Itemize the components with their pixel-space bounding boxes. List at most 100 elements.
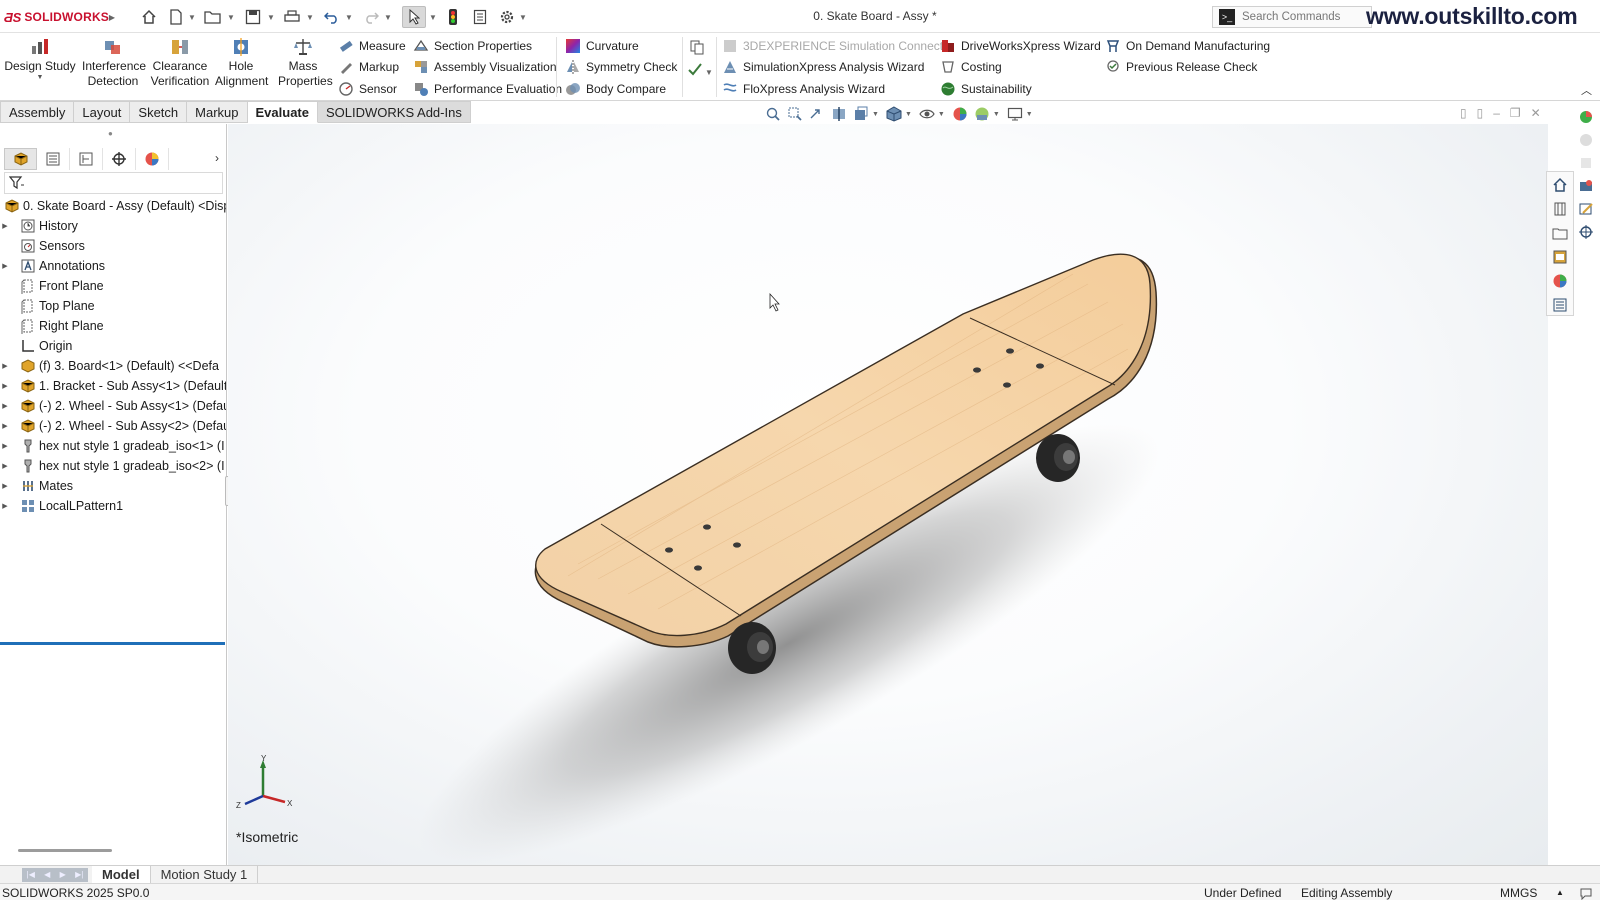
tile-right-icon[interactable]: ▯ bbox=[1477, 106, 1484, 120]
save-icon[interactable] bbox=[243, 6, 263, 28]
view-settings-monitor-icon[interactable] bbox=[1006, 105, 1024, 123]
expand-arrow-icon[interactable]: ▶ bbox=[0, 362, 10, 370]
costing-button[interactable]: Costing bbox=[940, 57, 1101, 79]
tree-node-front-plane[interactable]: Front Plane bbox=[0, 276, 226, 296]
view-orientation-cube-icon[interactable] bbox=[885, 105, 903, 123]
appearances-scenes-icon[interactable] bbox=[1551, 272, 1569, 290]
tree-node-2-wheel-sub-assy-2-defau[interactable]: ▶ (-) 2. Wheel - Sub Assy<2> (Defau bbox=[0, 416, 226, 436]
options-gear-icon[interactable] bbox=[498, 6, 516, 28]
check-tools-icon[interactable] bbox=[686, 58, 704, 80]
render-edge-icon[interactable] bbox=[1578, 178, 1594, 194]
section-properties-button[interactable]: Section Properties bbox=[413, 35, 562, 57]
clearance-verification-button[interactable]: Clearance Verification bbox=[147, 36, 213, 98]
driveworksxpress-wizard-button[interactable]: DriveWorksXpress Wizard bbox=[940, 35, 1101, 57]
tree-node-history[interactable]: ▶ History bbox=[0, 216, 226, 236]
home-icon[interactable] bbox=[139, 6, 159, 28]
symmetry-check-button[interactable]: Symmetry Check bbox=[565, 57, 677, 79]
more-tabs-chevron-icon[interactable]: › bbox=[215, 151, 219, 165]
tree-node-mates[interactable]: ▶ Mates bbox=[0, 476, 226, 496]
display-style-dropdown-icon[interactable]: ▼ bbox=[905, 111, 912, 118]
tab-markup[interactable]: Markup bbox=[187, 101, 248, 123]
file-explorer-icon[interactable] bbox=[1551, 224, 1569, 242]
view-orientation-dropdown-icon[interactable]: ▼ bbox=[872, 111, 879, 118]
print-icon[interactable] bbox=[282, 6, 302, 28]
open-folder-icon[interactable] bbox=[203, 6, 223, 28]
close-icon[interactable]: ✕ bbox=[1531, 106, 1541, 120]
tree-node-locallpattern1[interactable]: ▶ LocalLPattern1 bbox=[0, 496, 226, 516]
body-compare-button[interactable]: Body Compare bbox=[565, 78, 677, 100]
tree-node-top-plane[interactable]: Top Plane bbox=[0, 296, 226, 316]
design-study-dropdown-icon[interactable]: ▼ bbox=[37, 74, 44, 82]
interference-detection-button[interactable]: Interference Detection bbox=[80, 36, 146, 98]
compare-documents-icon[interactable] bbox=[688, 36, 706, 58]
expand-arrow-icon[interactable]: ▶ bbox=[0, 502, 10, 510]
markup-button[interactable]: Markup bbox=[338, 57, 406, 79]
search-commands-field[interactable]: >_ Search Commands bbox=[1212, 6, 1372, 28]
tab-layout[interactable]: Layout bbox=[74, 101, 131, 123]
hide-show-dropdown-icon[interactable]: ▼ bbox=[938, 111, 945, 118]
tree-node-sensors[interactable]: Sensors bbox=[0, 236, 226, 256]
tree-root-assembly[interactable]: 0. Skate Board - Assy (Default) <Disp bbox=[0, 196, 226, 216]
tab-solidworks-add-ins[interactable]: SOLIDWORKS Add-Ins bbox=[318, 101, 471, 123]
tree-node-origin[interactable]: Origin bbox=[0, 336, 226, 356]
tile-left-icon[interactable]: ▯ bbox=[1460, 106, 1467, 120]
tab-motion-study-1[interactable]: Motion Study 1 bbox=[151, 865, 259, 884]
tab-sketch[interactable]: Sketch bbox=[130, 101, 188, 123]
undo-icon[interactable] bbox=[322, 6, 342, 28]
previous-view-icon[interactable] bbox=[808, 105, 826, 123]
solidworks-resources-home-icon[interactable] bbox=[1551, 176, 1569, 194]
unit-system-dropdown-icon[interactable]: ▲ bbox=[1556, 888, 1564, 897]
traffic-light-rebuild-icon[interactable] bbox=[444, 6, 462, 28]
menu-expand-icon[interactable]: ▶ bbox=[107, 6, 117, 28]
expand-arrow-icon[interactable]: ▶ bbox=[0, 422, 10, 430]
3dexperience-simulation-connector-button[interactable]: 3DEXPERIENCE Simulation Connector bbox=[722, 35, 954, 57]
panel-grip-handle[interactable]: ● bbox=[108, 129, 113, 138]
tooltip-status-icon[interactable] bbox=[1579, 886, 1593, 900]
zoom-to-area-icon[interactable] bbox=[786, 105, 804, 123]
property-manager-tab[interactable] bbox=[37, 148, 70, 170]
graphics-viewport[interactable]: Y X Z *Isometric bbox=[228, 124, 1548, 865]
curvature-button[interactable]: Curvature bbox=[565, 35, 677, 57]
design-library-icon[interactable] bbox=[1551, 200, 1569, 218]
display-manager-tab[interactable] bbox=[136, 148, 169, 170]
sustainability-button[interactable]: Sustainability bbox=[940, 78, 1101, 100]
rollback-bar[interactable] bbox=[0, 642, 225, 645]
horizontal-scrollbar[interactable] bbox=[18, 849, 112, 852]
hole-alignment-button[interactable]: Hole Alignment bbox=[212, 36, 270, 98]
expand-arrow-icon[interactable]: ▶ bbox=[0, 222, 10, 230]
on-demand-manufacturing-button[interactable]: On Demand Manufacturing bbox=[1105, 35, 1270, 57]
scene-dropdown-icon[interactable]: ▼ bbox=[993, 111, 1000, 118]
unit-system-selector[interactable]: MMGS bbox=[1500, 886, 1537, 900]
view-palette-icon[interactable] bbox=[1551, 248, 1569, 266]
mass-properties-button[interactable]: Mass Properties bbox=[272, 36, 334, 98]
prev-tab-icon[interactable]: ◀ bbox=[44, 870, 50, 879]
options-dropdown-icon[interactable]: ▼ bbox=[519, 6, 527, 28]
tree-node-1-bracket-sub-assy-1-default[interactable]: ▶ 1. Bracket - Sub Assy<1> (Default bbox=[0, 376, 226, 396]
tab-scroll-arrows[interactable]: |◀ ◀ ▶ ▶| bbox=[22, 867, 88, 882]
edit-appearance-icon[interactable] bbox=[951, 105, 969, 123]
new-document-icon[interactable] bbox=[166, 6, 186, 28]
next-tab-icon[interactable]: ▶ bbox=[60, 870, 66, 879]
sensor-button[interactable]: Sensor bbox=[338, 78, 406, 100]
tab-evaluate[interactable]: Evaluate bbox=[247, 101, 318, 123]
appearance-edge-icon[interactable] bbox=[1578, 109, 1594, 125]
dynamic-annotation-views-icon[interactable] bbox=[852, 105, 870, 123]
print-dropdown-icon[interactable]: ▼ bbox=[306, 6, 314, 28]
configuration-manager-tab[interactable] bbox=[70, 148, 103, 170]
crosshair-edge-icon[interactable] bbox=[1578, 224, 1594, 240]
measure-button[interactable]: Measure bbox=[338, 35, 406, 57]
skateboard-model[interactable] bbox=[228, 124, 1548, 865]
tab-assembly[interactable]: Assembly bbox=[0, 101, 75, 123]
tree-node-hex-nut-style-1-gradeab-iso-1-i[interactable]: ▶ hex nut style 1 gradeab_iso<1> (I bbox=[0, 436, 226, 456]
dimxpert-manager-tab[interactable] bbox=[103, 148, 136, 170]
collapse-ribbon-chevron-icon[interactable]: ︿ bbox=[1581, 82, 1592, 98]
restore-icon[interactable]: ❐ bbox=[1510, 106, 1521, 120]
last-tab-icon[interactable]: ▶| bbox=[75, 870, 83, 879]
expand-arrow-icon[interactable]: ▶ bbox=[0, 402, 10, 410]
view-settings-dropdown-icon[interactable]: ▼ bbox=[1026, 111, 1033, 118]
expand-arrow-icon[interactable]: ▶ bbox=[0, 482, 10, 490]
tree-filter-field[interactable] bbox=[4, 172, 223, 194]
zoom-to-fit-icon[interactable] bbox=[764, 105, 782, 123]
tree-node-hex-nut-style-1-gradeab-iso-2-i[interactable]: ▶ hex nut style 1 gradeab_iso<2> (I bbox=[0, 456, 226, 476]
expand-arrow-icon[interactable]: ▶ bbox=[0, 462, 10, 470]
